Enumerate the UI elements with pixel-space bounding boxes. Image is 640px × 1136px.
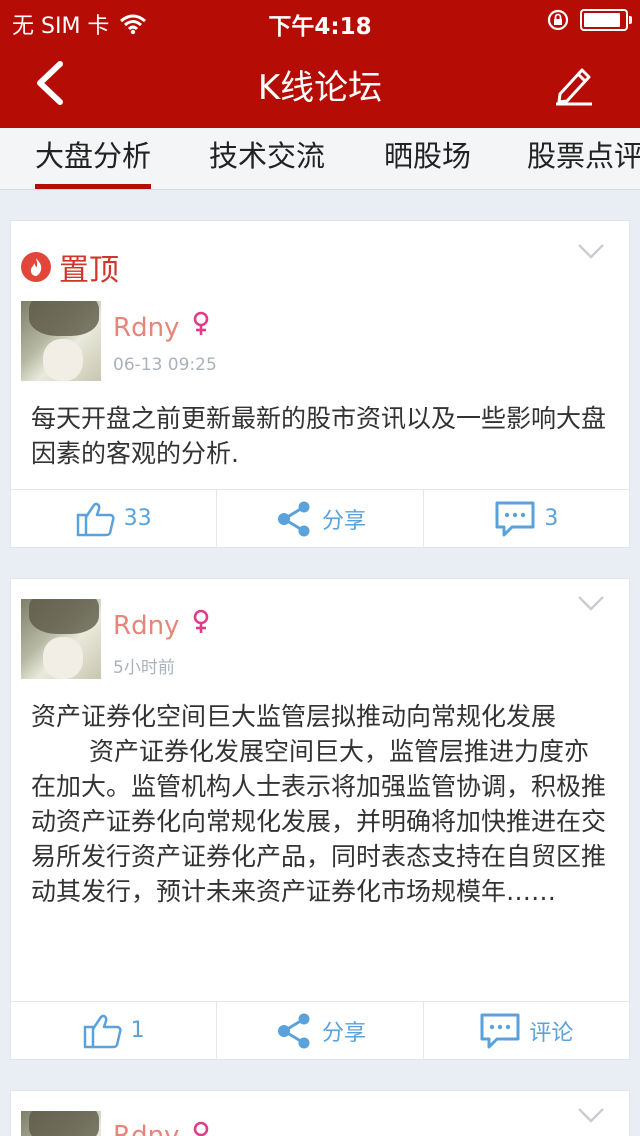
female-icon — [193, 609, 209, 633]
like-count: 33 — [123, 506, 152, 531]
comment-button[interactable]: 评论 — [424, 1002, 629, 1059]
pinned-label: 置顶 — [59, 253, 119, 288]
status-time: 下午4:18 — [268, 14, 372, 40]
share-button[interactable]: 分享 — [217, 1002, 424, 1059]
comment-icon — [480, 1013, 520, 1048]
share-label: 分享 — [321, 1020, 366, 1046]
page-title: K线论坛 — [257, 68, 383, 108]
female-icon — [193, 311, 209, 335]
post-content[interactable]: 资产证券化空间巨大监管层拟推动向常规化发展 资产证券化发展空间巨大，监管层推进力… — [31, 699, 609, 909]
share-label: 分享 — [321, 508, 366, 534]
comment-icon — [495, 501, 535, 536]
female-icon — [193, 1121, 209, 1136]
chevron-down-icon[interactable] — [577, 595, 605, 613]
comment-button[interactable]: 3 — [424, 490, 629, 547]
tab-market-analysis[interactable]: 大盘分析 — [35, 128, 152, 189]
username[interactable]: Rdny — [113, 1121, 179, 1136]
username[interactable]: Rdny — [113, 611, 179, 641]
share-icon — [277, 1013, 310, 1048]
thumbs-up-icon — [76, 502, 115, 536]
post-time: 06-13 09:25 — [113, 355, 217, 375]
post-card: Rdny — [10, 1090, 630, 1136]
avatar[interactable] — [21, 1111, 101, 1136]
share-button[interactable]: 分享 — [217, 490, 424, 547]
avatar[interactable] — [21, 301, 101, 381]
username[interactable]: Rdny — [113, 313, 179, 343]
post-card: Rdny 5小时前 资产证券化空间巨大监管层拟推动向常规化发展 资产证券化发展空… — [10, 578, 630, 1060]
post-title: 资产证券化空间巨大监管层拟推动向常规化发展 — [31, 702, 557, 731]
comment-label: 评论 — [529, 1020, 574, 1046]
like-count: 1 — [130, 1018, 145, 1043]
fire-icon — [21, 252, 51, 282]
avatar[interactable] — [21, 599, 101, 679]
top-bar: 无 SIM 卡 下午4:18 K线论坛 — [0, 0, 640, 128]
post-actions: 1 分享 评论 — [11, 1001, 629, 1059]
post-actions: 33 分享 3 — [11, 489, 629, 547]
chevron-down-icon[interactable] — [577, 1107, 605, 1125]
like-button[interactable]: 33 — [11, 490, 218, 547]
status-bar: 无 SIM 卡 下午4:18 — [0, 0, 640, 40]
orientation-lock-icon — [547, 9, 569, 31]
like-button[interactable]: 1 — [11, 1002, 218, 1059]
edit-pencil-icon[interactable] — [552, 62, 596, 106]
chevron-down-icon[interactable] — [577, 243, 605, 261]
category-tabs: 大盘分析 技术交流 晒股场 股票点评 — [0, 128, 640, 190]
post-body: 资产证券化发展空间巨大，监管层推进力度亦在加大。监管机构人士表示将加强监管协调，… — [31, 737, 607, 906]
post-card: 置顶 Rdny 06-13 09:25 每天开盘之前更新最新的股市资讯以及一些影… — [10, 220, 630, 548]
post-time: 5小时前 — [113, 658, 175, 678]
tab-show-stocks[interactable]: 晒股场 — [384, 128, 471, 189]
pinned-badge: 置顶 — [21, 245, 119, 289]
thumbs-up-icon — [83, 1014, 122, 1048]
share-icon — [277, 501, 310, 536]
battery-icon — [580, 9, 632, 31]
post-content[interactable]: 每天开盘之前更新最新的股市资讯以及一些影响大盘因素的客观的分析. — [31, 401, 609, 471]
tab-tech-exchange[interactable]: 技术交流 — [209, 128, 325, 189]
comment-count: 3 — [544, 506, 559, 531]
tab-stock-review[interactable]: 股票点评 — [527, 128, 640, 189]
